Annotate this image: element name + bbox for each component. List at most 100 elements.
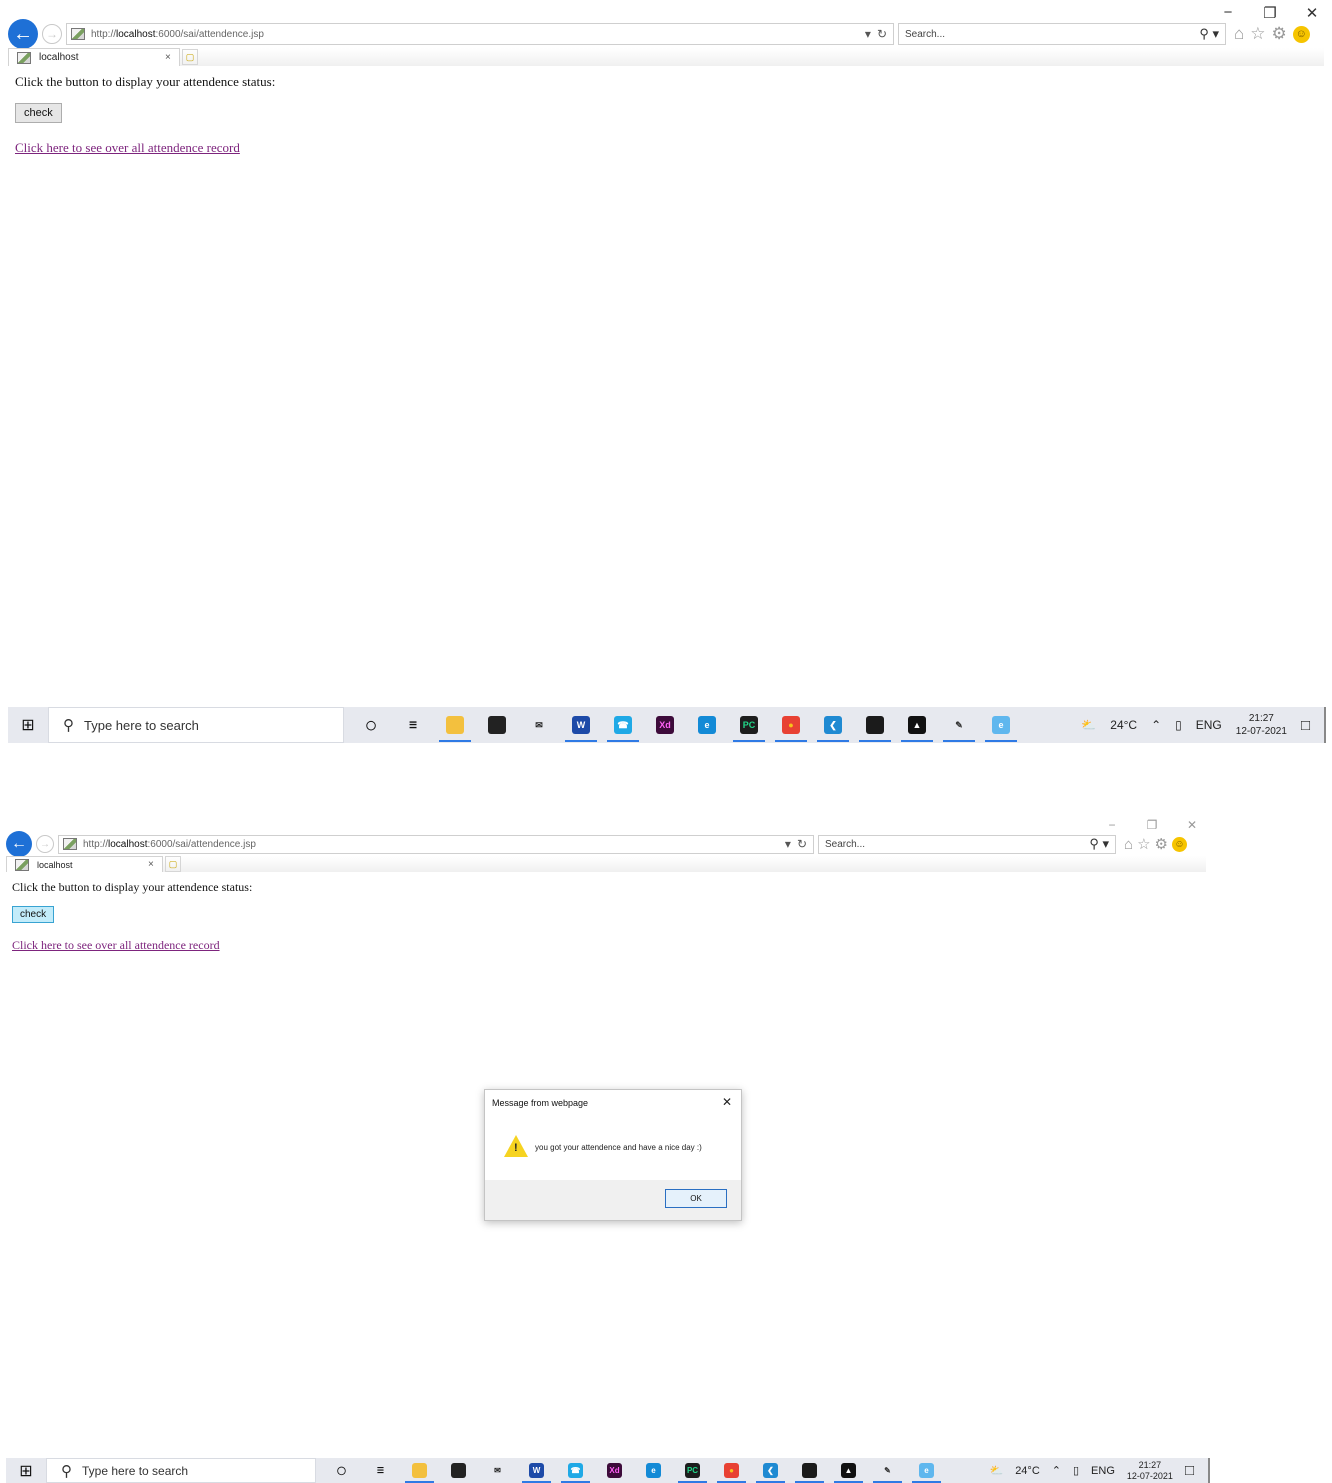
- notification-icon[interactable]: □: [1185, 1462, 1194, 1479]
- windows-start-icon[interactable]: ⊞: [6, 1461, 46, 1481]
- taskbar-app-terminal[interactable]: [854, 708, 896, 742]
- taskbar-app-whatsapp[interactable]: ☎: [556, 1459, 595, 1483]
- search-dropdown-icon[interactable]: ▾: [1102, 836, 1109, 851]
- taskbar-app-edge[interactable]: e: [686, 708, 728, 742]
- taskbar-app-file-explorer[interactable]: [434, 708, 476, 742]
- taskbar-app-mail[interactable]: ✉: [478, 1459, 517, 1483]
- taskbar-search[interactable]: ⚲ Type here to search: [48, 707, 344, 743]
- taskbar-app-adobe-xd[interactable]: Xd: [595, 1459, 634, 1483]
- taskbar-app-internet-explorer[interactable]: e: [980, 708, 1022, 742]
- refresh-icon[interactable]: ↻: [797, 837, 807, 851]
- terminal-icon: [866, 716, 884, 734]
- taskbar-app-edge[interactable]: e: [634, 1459, 673, 1483]
- check-button[interactable]: check: [15, 103, 62, 123]
- taskbar-search[interactable]: ⚲ Type here to search: [46, 1458, 316, 1483]
- smiley-icon[interactable]: ☺: [1292, 25, 1310, 43]
- taskbar-app-terminal[interactable]: [790, 1459, 829, 1483]
- photos-icon: ▲: [908, 716, 926, 734]
- taskbar-apps: ◯ ☰ ✉ W ☎ Xd e PC ● ❮ ▲ ✎ e: [322, 1459, 946, 1483]
- taskbar-app-paint[interactable]: ✎: [938, 708, 980, 742]
- ok-button[interactable]: OK: [665, 1189, 727, 1208]
- system-tray: ⛅ 24°C ⌃ ▯ ENG 21:27 12-07-2021 □: [1081, 712, 1324, 738]
- taskbar-app-pycharm[interactable]: PC: [673, 1459, 712, 1483]
- taskbar-app-photos[interactable]: ▲: [896, 708, 938, 742]
- forward-button[interactable]: →: [36, 835, 54, 853]
- tray-chevron-icon[interactable]: ⌃: [1151, 718, 1161, 732]
- new-tab-icon[interactable]: ▢: [165, 856, 181, 872]
- back-button[interactable]: ←: [6, 831, 32, 857]
- dialog-footer: OK: [485, 1180, 741, 1220]
- taskbar-app-adobe-xd[interactable]: Xd: [644, 708, 686, 742]
- new-tab-icon[interactable]: ▢: [182, 49, 198, 65]
- tab-localhost[interactable]: localhost ×: [8, 48, 180, 66]
- search-dropdown-icon[interactable]: ▾: [1212, 26, 1219, 41]
- gear-icon[interactable]: ⚙: [1272, 24, 1287, 44]
- language-indicator[interactable]: ENG: [1196, 718, 1222, 732]
- battery-icon[interactable]: ▯: [1175, 718, 1182, 732]
- back-button[interactable]: ←: [8, 19, 38, 49]
- gear-icon[interactable]: ⚙: [1155, 835, 1168, 853]
- address-dropdown-icon[interactable]: ▾: [865, 27, 871, 41]
- taskbar-app-paint[interactable]: ✎: [868, 1459, 907, 1483]
- smiley-icon[interactable]: ☺: [1171, 836, 1187, 852]
- taskbar-app-store[interactable]: [476, 708, 518, 742]
- dialog-close-icon[interactable]: ✕: [722, 1095, 732, 1109]
- home-icon[interactable]: ⌂: [1124, 836, 1133, 853]
- check-button[interactable]: check: [12, 906, 55, 923]
- taskbar-app-cortana[interactable]: ◯: [322, 1459, 361, 1483]
- tab-close-icon[interactable]: ×: [148, 859, 162, 870]
- address-bar[interactable]: http://localhost:6000/sai/attendence.jsp…: [66, 23, 894, 45]
- battery-icon[interactable]: ▯: [1073, 1464, 1079, 1477]
- clock[interactable]: 21:27 12-07-2021: [1236, 712, 1287, 738]
- taskbar-app-task-view[interactable]: ☰: [361, 1459, 400, 1483]
- weather-icon[interactable]: ⛅: [1081, 718, 1096, 732]
- taskbar-app-store[interactable]: [439, 1459, 478, 1483]
- notification-icon[interactable]: □: [1301, 717, 1310, 734]
- taskbar-app-pycharm[interactable]: PC: [728, 708, 770, 742]
- star-icon[interactable]: ☆: [1137, 835, 1150, 853]
- address-url[interactable]: http://localhost:6000/sai/attendence.jsp: [91, 29, 865, 40]
- language-indicator[interactable]: ENG: [1091, 1465, 1115, 1477]
- taskbar-app-mail[interactable]: ✉: [518, 708, 560, 742]
- taskbar-app-whatsapp[interactable]: ☎: [602, 708, 644, 742]
- taskbar-app-chrome[interactable]: ●: [712, 1459, 751, 1483]
- close-button[interactable]: ✕: [1184, 818, 1200, 832]
- taskbar-app-task-view[interactable]: ☰: [392, 708, 434, 742]
- tab-close-icon[interactable]: ×: [165, 52, 179, 63]
- refresh-icon[interactable]: ↻: [877, 27, 887, 41]
- screenshot-after: − ❐ ✕ ← → http://localhost:6000/sai/atte…: [0, 812, 1212, 1483]
- tab-localhost[interactable]: localhost ×: [6, 856, 163, 872]
- address-url[interactable]: http://localhost:6000/sai/attendence.jsp: [83, 839, 785, 850]
- weather-temp[interactable]: 24°C: [1015, 1465, 1040, 1477]
- taskbar-app-word[interactable]: W: [517, 1459, 556, 1483]
- windows-start-icon[interactable]: ⊞: [8, 715, 48, 735]
- taskbar-app-vscode[interactable]: ❮: [751, 1459, 790, 1483]
- tab-label: localhost: [39, 52, 79, 63]
- address-dropdown-icon[interactable]: ▾: [785, 837, 791, 851]
- restore-button[interactable]: ❐: [1144, 818, 1160, 832]
- address-bar[interactable]: http://localhost:6000/sai/attendence.jsp…: [58, 834, 814, 854]
- taskbar-app-photos[interactable]: ▲: [829, 1459, 868, 1483]
- taskbar-app-internet-explorer[interactable]: e: [907, 1459, 946, 1483]
- star-icon[interactable]: ☆: [1250, 24, 1265, 44]
- taskbar-app-word[interactable]: W: [560, 708, 602, 742]
- home-icon[interactable]: ⌂: [1234, 24, 1244, 44]
- taskbar-app-file-explorer[interactable]: [400, 1459, 439, 1483]
- search-icon[interactable]: ⚲: [1089, 836, 1099, 851]
- minimize-button[interactable]: −: [1104, 818, 1120, 832]
- taskbar-app-vscode[interactable]: ❮: [812, 708, 854, 742]
- attendance-record-link[interactable]: Click here to see over all attendence re…: [15, 140, 275, 156]
- weather-temp[interactable]: 24°C: [1110, 718, 1137, 732]
- pycharm-icon: PC: [740, 716, 758, 734]
- browser-search-box[interactable]: Search... ⚲ ▾: [818, 834, 1116, 854]
- browser-search-box[interactable]: Search... ⚲ ▾: [898, 23, 1226, 45]
- search-icon[interactable]: ⚲: [1199, 26, 1209, 41]
- tray-chevron-icon[interactable]: ⌃: [1052, 1464, 1061, 1477]
- taskbar-app-chrome[interactable]: ●: [770, 708, 812, 742]
- clock[interactable]: 21:27 12-07-2021: [1127, 1460, 1173, 1482]
- attendance-record-link[interactable]: Click here to see over all attendence re…: [12, 938, 252, 953]
- forward-button[interactable]: →: [42, 24, 62, 44]
- store-icon: [451, 1463, 466, 1478]
- weather-icon[interactable]: ⛅: [989, 1464, 1003, 1477]
- taskbar-app-cortana[interactable]: ◯: [350, 708, 392, 742]
